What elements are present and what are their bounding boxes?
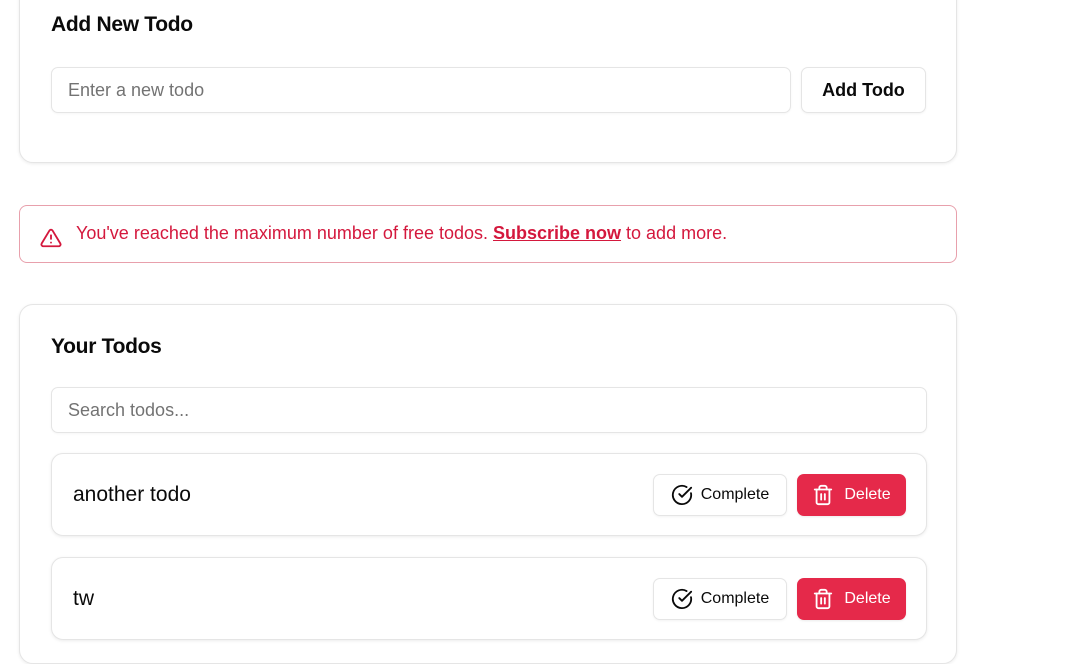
- delete-label: Delete: [844, 486, 891, 503]
- todo-item: another todo Complete Delete: [51, 453, 927, 536]
- complete-button[interactable]: Complete: [653, 474, 787, 516]
- alert-triangle-icon: [40, 228, 62, 248]
- complete-label: Complete: [700, 486, 770, 503]
- complete-button[interactable]: Complete: [653, 578, 787, 620]
- todo-text: another todo: [73, 483, 191, 506]
- complete-label: Complete: [700, 590, 770, 607]
- delete-button[interactable]: Delete: [797, 578, 906, 620]
- todo-item: tw Complete Delete: [51, 557, 927, 640]
- delete-button[interactable]: Delete: [797, 474, 906, 516]
- trash-icon: [814, 484, 833, 506]
- delete-label: Delete: [844, 590, 891, 607]
- subscribe-link[interactable]: Subscribe now: [493, 223, 621, 243]
- trash-icon: [814, 588, 833, 610]
- new-todo-input[interactable]: [51, 67, 791, 113]
- add-todo-card: Add New Todo Add Todo: [19, 0, 957, 163]
- alert-message: You've reached the maximum number of fre…: [76, 222, 727, 244]
- todos-card: Your Todos another todo Complete Delete …: [19, 304, 957, 664]
- check-circle-icon: [671, 484, 692, 505]
- check-circle-icon: [671, 588, 692, 609]
- add-todo-title: Add New Todo: [51, 13, 193, 36]
- todo-text: tw: [73, 587, 94, 610]
- add-todo-button[interactable]: Add Todo: [801, 67, 926, 113]
- alert-text-after: to add more.: [621, 223, 728, 243]
- limit-alert: You've reached the maximum number of fre…: [19, 205, 957, 263]
- alert-text-before: You've reached the maximum number of fre…: [76, 223, 493, 243]
- todos-title: Your Todos: [51, 335, 162, 358]
- search-input[interactable]: [51, 387, 927, 433]
